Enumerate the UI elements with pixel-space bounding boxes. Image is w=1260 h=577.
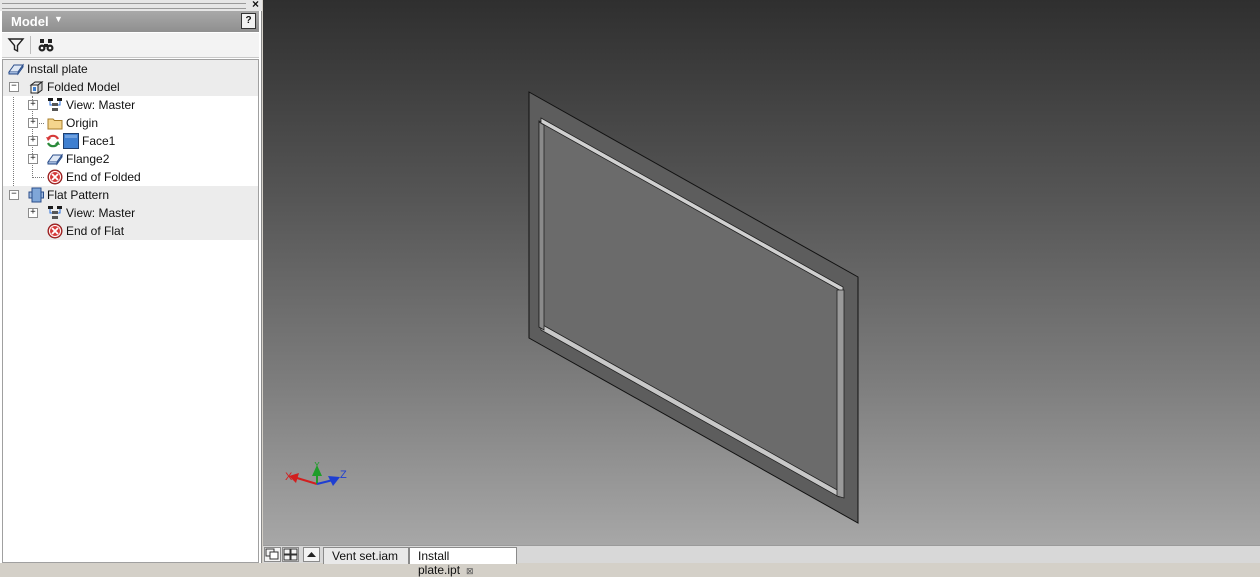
tree-item-end-of-flat[interactable]: End of Flat (3, 222, 258, 240)
refresh-icon (46, 134, 60, 148)
sheet-metal-part-icon (8, 63, 24, 76)
tab-install-plate[interactable]: Install plate.ipt ⊠ (409, 547, 517, 577)
tile-icon (283, 548, 298, 561)
browser-title[interactable]: Model (11, 14, 49, 29)
cascade-icon (265, 548, 279, 560)
model-canvas[interactable] (263, 0, 1260, 545)
flat-pattern-icon (28, 187, 44, 203)
document-tab-bar: Vent set.iam Install plate.ipt ⊠ (263, 545, 1260, 577)
chevron-down-icon[interactable]: ▼ (54, 14, 63, 24)
tree-item-origin[interactable]: + Origin (3, 114, 258, 132)
help-button[interactable]: ? (241, 13, 256, 29)
collapse-toggle[interactable]: − (9, 82, 19, 92)
grip-lines (2, 3, 246, 9)
tab-label: Install plate.ipt (418, 549, 461, 577)
face-icon (63, 133, 79, 149)
chevron-up-icon (307, 552, 316, 557)
graphics-viewport[interactable]: X Y Z (263, 0, 1260, 545)
expand-toggle[interactable]: + (28, 136, 38, 146)
filter-icon[interactable] (7, 36, 25, 54)
view-rep-icon (48, 206, 62, 219)
tab-vent-set[interactable]: Vent set.iam (323, 547, 409, 564)
expand-toggle[interactable]: + (28, 100, 38, 110)
view-rep-icon (48, 98, 62, 111)
flange-icon (47, 153, 63, 166)
tree-item-view-master[interactable]: + View: Master (3, 96, 258, 114)
tree-item-label: Folded Model (47, 80, 120, 94)
folder-icon (47, 118, 63, 130)
binoculars-icon[interactable] (37, 36, 55, 54)
tree-item-label: Install plate (27, 62, 88, 76)
tab-label: Vent set.iam (332, 549, 399, 563)
end-of-part-icon (47, 169, 63, 185)
expand-toggle[interactable]: + (28, 154, 38, 164)
tree-item-flat-pattern[interactable]: − Flat Pattern (3, 186, 258, 204)
model-browser-panel: × Model ▼ ? Install plate − Folded Model… (0, 0, 262, 563)
expand-toggle[interactable]: + (28, 118, 38, 128)
tab-menu-button[interactable] (303, 547, 320, 562)
plate-inner-face (538, 120, 841, 497)
left-rail (538, 121, 545, 331)
tile-windows-button[interactable] (282, 547, 299, 562)
panel-close-button[interactable]: × (252, 0, 259, 11)
tree-item-label: View: Master (66, 98, 136, 112)
browser-header[interactable]: Model ▼ ? (2, 11, 259, 32)
tree-item-flange2[interactable]: + Flange2 (3, 150, 258, 168)
tree-item-label: View: Master (66, 206, 136, 220)
tree-item-label: Origin (66, 116, 99, 130)
z-axis-label: Z (340, 469, 347, 481)
tree-item-label: Flange2 (66, 152, 110, 166)
tree-item-label: Flat Pattern (47, 188, 110, 202)
tree-item-face1[interactable]: + Face1 (3, 132, 258, 150)
tree-item-install-plate[interactable]: Install plate (3, 60, 258, 78)
tree-item-label: Face1 (82, 134, 116, 148)
expand-toggle[interactable]: + (28, 208, 38, 218)
browser-toolbar (2, 33, 259, 58)
model-tree: Install plate − Folded Model + View: Mas… (2, 59, 259, 563)
x-axis-label: X (285, 471, 293, 483)
end-of-part-icon (47, 223, 63, 239)
folded-model-icon (29, 81, 44, 94)
cascade-windows-button[interactable] (264, 547, 281, 562)
tree-item-flat-view-master[interactable]: + View: Master (3, 204, 258, 222)
tree-item-label: End of Flat (66, 224, 125, 238)
x-axis-line (296, 477, 318, 485)
tab-close-icon[interactable]: ⊠ (466, 566, 474, 576)
tree-item-folded-model[interactable]: − Folded Model (3, 78, 258, 96)
axis-triad[interactable]: X Y Z (283, 462, 353, 502)
tree-item-label: End of Folded (66, 170, 141, 184)
tree-item-end-of-folded[interactable]: End of Folded (3, 168, 258, 186)
toolbar-separator (30, 36, 31, 54)
right-rail (836, 289, 845, 499)
collapse-toggle[interactable]: − (9, 190, 19, 200)
y-axis-label: Y (314, 462, 320, 470)
panel-grip[interactable]: × (0, 0, 262, 11)
